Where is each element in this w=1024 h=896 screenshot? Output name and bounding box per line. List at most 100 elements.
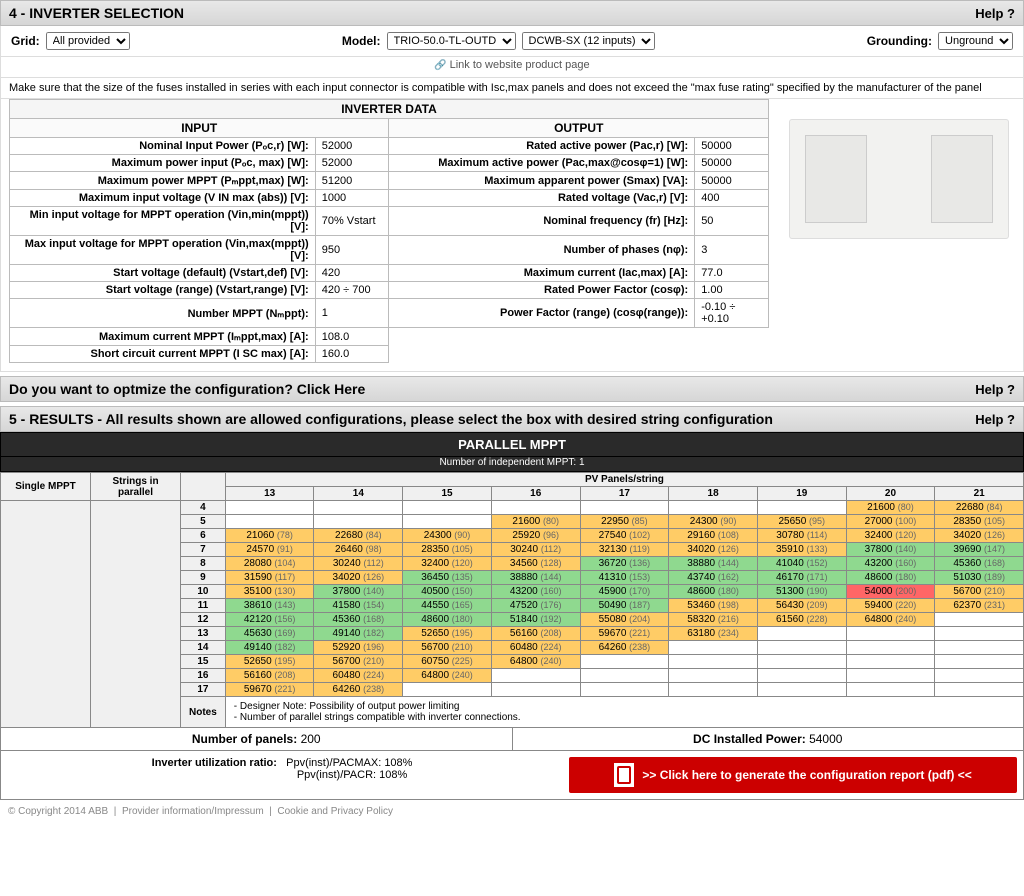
config-cell[interactable]: 25650 (95) [757,515,846,529]
variant-select[interactable]: DCWB-SX (12 inputs) [522,32,655,50]
config-cell[interactable]: 52920 (196) [314,641,403,655]
config-cell[interactable]: 21600 (80) [846,501,935,515]
config-cell[interactable]: 21060 (78) [225,529,314,543]
config-cell[interactable]: 26460 (98) [314,543,403,557]
config-cell[interactable]: 32130 (119) [580,543,669,557]
config-cell[interactable]: 27540 (102) [580,529,669,543]
config-cell[interactable]: 45630 (169) [225,627,314,641]
config-cell[interactable]: 59670 (221) [225,683,314,697]
config-cell[interactable]: 41580 (154) [314,599,403,613]
config-cell[interactable]: 34020 (126) [669,543,758,557]
config-cell[interactable]: 49140 (182) [225,641,314,655]
product-page-link[interactable]: Link to website product page [0,57,1024,78]
config-cell[interactable]: 60750 (225) [403,655,492,669]
config-cell[interactable]: 22680 (84) [935,501,1024,515]
config-cell[interactable]: 29160 (108) [669,529,758,543]
config-cell[interactable]: 56160 (208) [491,627,580,641]
config-cell[interactable]: 35100 (130) [225,585,314,599]
help-link-5[interactable]: Help ? [975,412,1015,427]
help-link-4[interactable]: Help ? [975,6,1015,21]
config-cell[interactable]: 62370 (231) [935,599,1024,613]
config-cell[interactable]: 43200 (160) [846,557,935,571]
config-cell[interactable]: 34020 (126) [935,529,1024,543]
config-cell[interactable]: 59670 (221) [580,627,669,641]
config-cell[interactable]: 44550 (165) [403,599,492,613]
config-cell[interactable]: 50490 (187) [580,599,669,613]
config-cell[interactable]: 48600 (180) [669,585,758,599]
config-cell[interactable]: 56160 (208) [225,669,314,683]
config-cell[interactable]: 37800 (140) [314,585,403,599]
config-cell[interactable]: 56700 (210) [314,655,403,669]
config-cell[interactable]: 56430 (209) [757,599,846,613]
config-cell[interactable]: 38880 (144) [491,571,580,585]
config-cell[interactable]: 28350 (105) [935,515,1024,529]
config-cell[interactable]: 31590 (117) [225,571,314,585]
config-cell[interactable]: 64800 (240) [491,655,580,669]
config-cell[interactable]: 61560 (228) [757,613,846,627]
config-cell[interactable]: 27000 (100) [846,515,935,529]
config-cell[interactable]: 51840 (192) [491,613,580,627]
config-cell[interactable]: 60480 (224) [491,641,580,655]
config-cell[interactable]: 64800 (240) [846,613,935,627]
optimize-text[interactable]: Do you want to optmize the configuration… [9,381,365,397]
generate-pdf-button[interactable]: >> Click here to generate the configurat… [569,757,1017,793]
config-cell[interactable]: 43200 (160) [491,585,580,599]
config-cell[interactable]: 37800 (140) [846,543,935,557]
config-cell[interactable]: 34560 (128) [491,557,580,571]
config-cell[interactable]: 45900 (170) [580,585,669,599]
config-cell[interactable]: 64800 (240) [403,669,492,683]
config-cell[interactable]: 32400 (120) [403,557,492,571]
config-cell[interactable]: 24300 (90) [403,529,492,543]
model-select[interactable]: TRIO-50.0-TL-OUTD [387,32,516,50]
config-cell[interactable]: 51300 (190) [757,585,846,599]
config-cell[interactable]: 63180 (234) [669,627,758,641]
config-cell[interactable]: 46170 (171) [757,571,846,585]
config-cell[interactable]: 47520 (176) [491,599,580,613]
config-cell[interactable]: 59400 (220) [846,599,935,613]
config-cell[interactable]: 30780 (114) [757,529,846,543]
config-cell[interactable]: 54000 (200) [846,585,935,599]
config-cell[interactable]: 55080 (204) [580,613,669,627]
help-link-opt[interactable]: Help ? [975,382,1015,397]
config-cell[interactable]: 30240 (112) [491,543,580,557]
config-cell[interactable]: 42120 (156) [225,613,314,627]
config-cell[interactable]: 48600 (180) [846,571,935,585]
config-cell[interactable]: 45360 (168) [314,613,403,627]
config-cell[interactable]: 64260 (238) [314,683,403,697]
config-cell[interactable]: 35910 (133) [757,543,846,557]
config-cell[interactable]: 49140 (182) [314,627,403,641]
config-cell[interactable]: 60480 (224) [314,669,403,683]
config-cell[interactable]: 30240 (112) [314,557,403,571]
config-cell[interactable]: 24300 (90) [669,515,758,529]
config-cell[interactable]: 51030 (189) [935,571,1024,585]
config-cell[interactable]: 25920 (96) [491,529,580,543]
config-cell[interactable]: 39690 (147) [935,543,1024,557]
optimize-bar[interactable]: Do you want to optmize the configuration… [0,376,1024,402]
config-cell[interactable]: 64260 (238) [580,641,669,655]
config-cell[interactable]: 41310 (153) [580,571,669,585]
config-cell[interactable]: 38610 (143) [225,599,314,613]
config-cell[interactable]: 32400 (120) [846,529,935,543]
config-cell[interactable]: 28350 (105) [403,543,492,557]
config-cell[interactable]: 52650 (195) [225,655,314,669]
config-cell[interactable]: 43740 (162) [669,571,758,585]
config-cell[interactable]: 24570 (91) [225,543,314,557]
config-cell[interactable]: 53460 (198) [669,599,758,613]
config-cell[interactable]: 45360 (168) [935,557,1024,571]
config-cell[interactable]: 28080 (104) [225,557,314,571]
config-cell[interactable]: 41040 (152) [757,557,846,571]
config-cell[interactable]: 34020 (126) [314,571,403,585]
config-cell[interactable]: 56700 (210) [935,585,1024,599]
config-cell[interactable]: 56700 (210) [403,641,492,655]
footer-link-2[interactable]: Cookie and Privacy Policy [277,806,393,817]
grid-select[interactable]: All provided [46,32,130,50]
config-cell[interactable]: 48600 (180) [403,613,492,627]
config-cell[interactable]: 40500 (150) [403,585,492,599]
config-cell[interactable]: 22950 (85) [580,515,669,529]
config-cell[interactable]: 58320 (216) [669,613,758,627]
grounding-select[interactable]: Unground [938,32,1013,50]
config-cell[interactable]: 52650 (195) [403,627,492,641]
config-cell[interactable]: 22680 (84) [314,529,403,543]
config-cell[interactable]: 38880 (144) [669,557,758,571]
config-cell[interactable]: 21600 (80) [491,515,580,529]
